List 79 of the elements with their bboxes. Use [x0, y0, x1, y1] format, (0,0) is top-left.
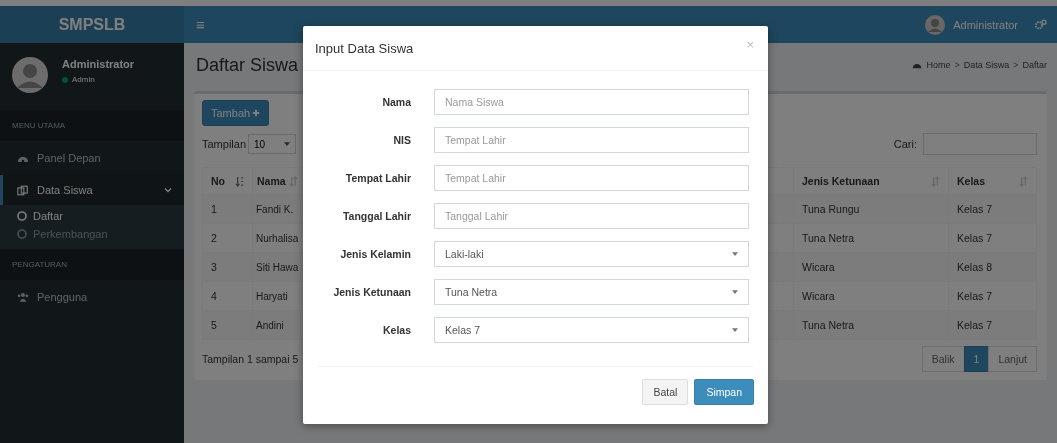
select-field[interactable]: Kelas 7	[434, 317, 749, 343]
field-label: NIS	[392, 134, 411, 146]
dashboard-icon	[912, 61, 923, 69]
table-cell: 4	[202, 281, 253, 311]
field-label: Tanggal Lahir	[341, 210, 411, 222]
table-cell: Kelas 7	[948, 310, 1037, 340]
table-cell: Wicara	[793, 281, 949, 311]
column-header[interactable]: Kelas	[948, 167, 1037, 195]
select-field[interactable]: Laki-laki	[434, 241, 749, 267]
breadcrumb-separator: >	[954, 60, 960, 70]
table-cell: Kelas 7	[948, 281, 1037, 311]
column-header[interactable]: No	[202, 167, 253, 195]
field-label: Jenis Kelamin	[339, 248, 411, 260]
field-label: Nama	[381, 96, 411, 108]
copy-icon	[17, 184, 29, 196]
gears-icon[interactable]	[1034, 19, 1047, 30]
add-button[interactable]: Tambah	[202, 100, 270, 126]
user-role: Admin	[72, 75, 95, 84]
table-cell: Kelas 7	[948, 223, 1037, 253]
save-button[interactable]: Simpan	[694, 379, 754, 405]
circle-icon	[17, 211, 27, 221]
avatar-icon	[925, 14, 946, 35]
chevron-down-icon	[164, 187, 172, 193]
breadcrumb-link[interactable]: Data Siswa	[963, 60, 1010, 70]
brand-logo[interactable]: SMPSLB	[0, 6, 184, 43]
field-label: Tempat Lahir	[344, 172, 411, 184]
pagination-button[interactable]: Lanjut	[988, 346, 1037, 372]
user-name: Administrator	[62, 58, 135, 70]
sort-icon	[931, 175, 940, 187]
table-cell: Kelas 8	[948, 252, 1037, 282]
select-field[interactable]: Tuna Netra	[434, 279, 749, 305]
online-dot-icon	[62, 76, 68, 83]
sidebar-item[interactable]: Panel Depan	[0, 143, 184, 173]
breadcrumb-link[interactable]: Home	[926, 60, 951, 70]
menu-toggle[interactable]: ≡	[184, 16, 217, 33]
table-cell: 2	[202, 223, 253, 253]
dropdown-arrow-icon	[732, 290, 738, 294]
column-header[interactable]: Jenis Ketunaan	[793, 167, 949, 195]
close-button[interactable]: ×	[744, 36, 756, 52]
page-length-label: Tampilan	[202, 138, 247, 150]
table-cell: Tuna Netra	[793, 310, 949, 340]
table-cell: 3	[202, 252, 253, 282]
breadcrumb-separator: >	[1013, 60, 1019, 70]
dropdown-arrow-icon	[284, 142, 291, 146]
input-field[interactable]: Tanggal Lahir	[434, 203, 749, 229]
plus-icon	[252, 109, 261, 117]
input-field[interactable]: Tempat Lahir	[434, 165, 749, 191]
pagination-button[interactable]: 1	[963, 346, 990, 372]
sort-icon	[289, 175, 298, 187]
table-cell: Tuna Rungu	[793, 194, 949, 224]
breadcrumb-link[interactable]: Daftar	[1022, 60, 1047, 70]
submenu-item[interactable]: Daftar	[0, 207, 184, 225]
user-menu[interactable]: Administrator	[953, 18, 1018, 31]
cancel-button[interactable]: Batal	[642, 379, 689, 405]
circle-icon	[17, 229, 27, 239]
input-field[interactable]: Nama Siswa	[434, 89, 749, 115]
table-cell: 5	[202, 310, 253, 340]
sort-ascending-icon	[235, 175, 244, 187]
table-cell: Wicara	[793, 252, 949, 282]
modal-title: Input Data Siswa	[315, 40, 414, 56]
table-info: Tampilan 1 sampai 5	[202, 353, 299, 365]
table-cell: Tuna Netra	[793, 223, 949, 253]
field-label: Jenis Ketunaan	[332, 286, 411, 298]
page-title: Daftar Siswa	[196, 54, 300, 76]
dropdown-arrow-icon	[732, 328, 738, 332]
table-cell: Kelas 7	[948, 194, 1037, 224]
menu-section-header: MENU UTAMA	[0, 110, 184, 141]
avatar-icon	[12, 57, 48, 93]
dropdown-arrow-icon	[732, 252, 738, 256]
menu-section-header: PENGATURAN	[0, 249, 184, 280]
pagination-button[interactable]: Balik	[921, 346, 965, 372]
users-icon	[17, 291, 29, 303]
search-label: Cari:	[893, 138, 917, 150]
field-label: Kelas	[381, 324, 411, 336]
table-cell: 1	[202, 194, 253, 224]
page-length-select[interactable]: 10	[248, 134, 297, 154]
sidebar-item[interactable]: Pengguna	[0, 282, 184, 312]
sort-icon	[1019, 175, 1028, 187]
input-field[interactable]: Tempat Lahir	[434, 127, 749, 153]
